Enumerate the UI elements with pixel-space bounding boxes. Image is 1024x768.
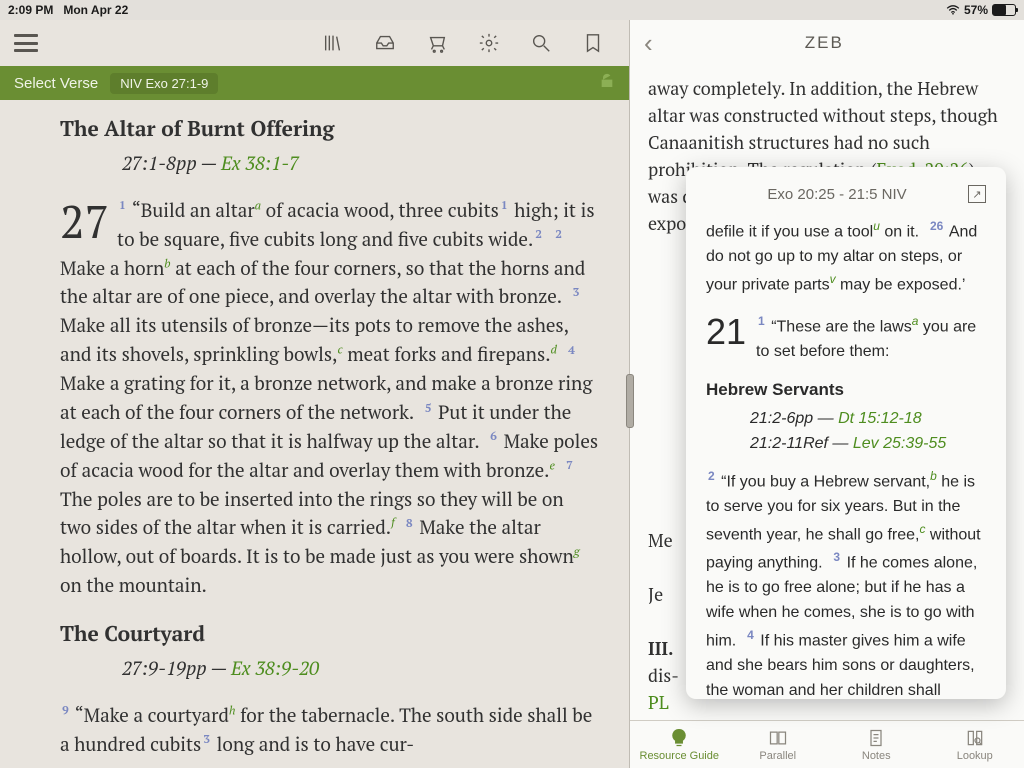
verse-selector-bar: Select Verse NIV Exo 27:1-9 [0,66,629,100]
battery-icon [992,4,1016,16]
scripture-content[interactable]: The Altar of Burnt Offering 27:1-8pp — E… [0,100,629,768]
status-time: 2:09 PM [8,3,53,17]
search-icon[interactable] [519,23,563,63]
tab-parallel[interactable]: Parallel [729,721,828,768]
unlock-icon[interactable] [599,73,615,93]
right-pane-header: ‹ ZEB [630,20,1024,66]
section-heading: The Courtyard [60,619,599,651]
bookmark-icon[interactable] [571,23,615,63]
resource-title: ZEB [683,33,1010,53]
expand-icon[interactable]: ↗ [968,185,986,203]
tab-resource-guide[interactable]: Resource Guide [630,721,729,768]
status-bar: 2:09 PM Mon Apr 22 57% [0,0,1024,20]
bottom-tab-bar: Resource Guide Parallel Notes Lookup [630,720,1024,768]
status-date: Mon Apr 22 [63,3,128,17]
menu-button[interactable] [14,34,38,52]
parallel-ref: 27:1-8pp — Ex 38:1-7 [60,150,599,179]
tab-lookup[interactable]: Lookup [926,721,1024,768]
inbox-icon[interactable] [363,23,407,63]
parallel-ref: 27:9-19pp — Ex 38:9-20 [60,655,599,684]
verse-popup: Exo 20:25 - 21:5 NIV ↗ defile it if you … [686,167,1006,699]
section-heading: The Altar of Burnt Offering [60,114,599,146]
gear-icon[interactable] [467,23,511,63]
wifi-icon [946,5,960,15]
section-heading: Hebrew Servants [706,377,986,403]
back-button[interactable]: ‹ [644,28,683,59]
paragraph: 27 1 “Build an altara of acacia wood, th… [60,197,599,601]
library-icon[interactable] [311,23,355,63]
main-toolbar [0,20,629,66]
popup-content[interactable]: defile it if you use a toolu on it. 26 A… [706,217,986,699]
popup-title: Exo 20:25 - 21:5 NIV [706,186,968,203]
chapter-number: 21 [706,316,746,348]
battery-pct: 57% [964,3,988,17]
cart-icon[interactable] [415,23,459,63]
verse-reference-chip[interactable]: NIV Exo 27:1-9 [110,73,218,94]
select-verse-label[interactable]: Select Verse [14,75,98,92]
chapter-number: 27 [60,201,109,242]
pane-drag-handle[interactable] [626,374,634,428]
tab-notes[interactable]: Notes [827,721,926,768]
paragraph: 9 “Make a courtyardh for the tabernacle.… [60,702,599,760]
